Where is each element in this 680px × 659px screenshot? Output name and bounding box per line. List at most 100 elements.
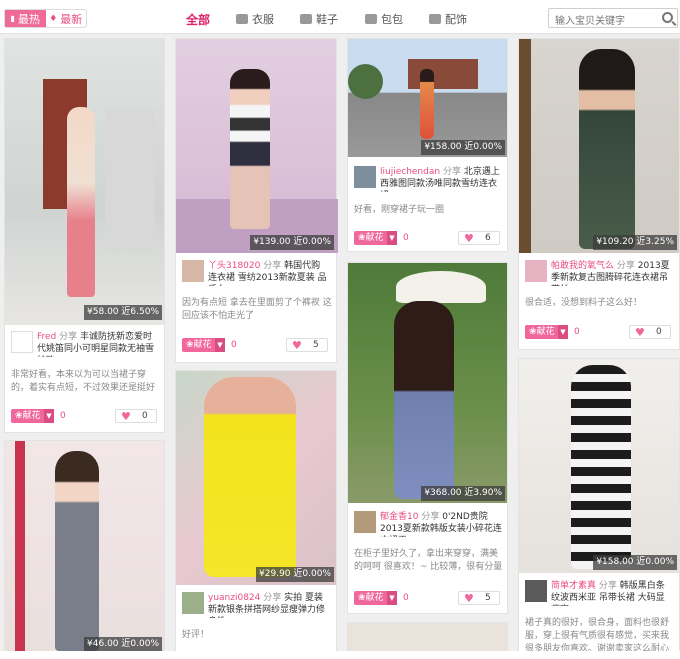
price-tag: ¥368.00 近3.90% [421,486,505,501]
building-image [408,59,478,89]
avatar[interactable] [182,260,204,282]
flower-icon: ❀ [15,411,23,421]
user-info: 帕敢我的氧气么 分享 2013夏季新款复古图腾碎花连衣裙吊带长 [525,260,673,286]
price-tag: ¥58.00 近6.50% [84,305,162,320]
avatar[interactable] [11,331,33,353]
nav-all[interactable]: 全部 [186,11,210,28]
flower-button[interactable]: ❀献花 ▼ [11,409,54,423]
avatar[interactable] [354,166,376,188]
chevron-down-icon[interactable]: ▼ [387,591,397,605]
sort-new-button[interactable]: ♦ 最新 [46,10,87,27]
person-image [394,301,454,499]
comment-text: 裙子真的很好，很合身，面料也很舒服，穿上很有气质很有感觉，买来我很多朋友你喜欢。… [525,618,670,653]
cabinet-image [105,109,155,249]
flame-icon: ♦ [49,13,58,24]
product-photo[interactable] [176,39,338,253]
like-button[interactable]: ♥ 6 [458,231,500,245]
user-info: 丫头318020 分享 韩国代购 连衣裙 雪纺2013新款夏装 品质女 [182,260,330,286]
shirt-icon [236,14,248,24]
flower-count: 0 [60,411,66,421]
user-info: Fred 分享 丰诚防抚新恋爱时代姚笛同小可明星同款无袖雪纺欧 [11,331,159,357]
chevron-down-icon[interactable]: ▼ [387,231,397,245]
flower-button[interactable]: ❀献花 ▼ [525,325,568,339]
flower-button[interactable]: ❀献花 ▼ [354,591,397,605]
flower-icon: ❀ [186,340,194,350]
avatar[interactable] [525,260,547,282]
person-image [67,107,95,297]
avatar[interactable] [182,592,204,614]
product-card[interactable]: ¥109.20 近3.25% 帕敢我的氧气么 分享 2013夏季新款复古图腾碎花… [518,38,680,350]
chevron-down-icon[interactable]: ▼ [215,338,225,352]
chart-icon: ▮ [10,14,15,23]
product-card[interactable]: ¥139.00 近0.00% 丫头318020 分享 韩国代购 连衣裙 雪纺20… [175,38,338,363]
person-image [420,69,434,139]
username[interactable]: 简单才素真 [551,581,596,591]
flower-button[interactable]: ❀献花 ▼ [354,231,397,245]
search-icon[interactable] [662,12,673,23]
product-photo[interactable] [348,263,507,503]
username[interactable]: 郁金香10 [380,512,418,522]
nav-bags[interactable]: 包包 [365,11,403,27]
price-tag: ¥158.00 近0.00% [421,140,505,155]
price-tag: ¥139.00 近0.00% [250,235,334,250]
product-card[interactable]: ¥46.00 近0.00% [4,440,165,655]
flower-count: 0 [574,327,580,337]
search-input[interactable] [549,12,657,31]
top-bar: ▮ 最热 ♦ 最新 全部 衣服 鞋子 包包 配饰 [0,0,680,34]
avatar[interactable] [525,580,547,602]
like-button[interactable]: ♥ 0 [629,325,671,339]
flower-count: 0 [403,593,409,603]
user-info: yuanzi0824 分享 实拍 夏装新款银条拼搭网纱显瘦弹力修身性 [182,592,330,618]
price-tag: ¥158.00 近0.00% [593,555,677,570]
like-button[interactable]: ♥ 0 [115,409,157,423]
username[interactable]: 丫头318020 [208,261,260,271]
comment-text: 很合适，没想到料子这么好！ [525,298,643,308]
tree-image [348,64,383,99]
product-photo[interactable] [5,441,164,654]
comment-text: 非常好看，本来以为可以当裙子穿的，着实有点短，不过效果还是挺好的 [11,370,156,393]
frame-image [519,39,531,253]
comment-text: 因为有点短 拿去在里面剪了个裤衩 这回应该不怕走光了 [182,298,332,321]
heart-icon: ♥ [635,326,645,339]
yellow-dress-image [204,377,296,577]
heart-icon: ♥ [464,592,474,605]
product-photo[interactable] [5,39,164,325]
heart-icon: ♥ [464,232,474,245]
like-button[interactable]: ♥ 5 [286,338,328,352]
person-image [230,69,270,229]
product-photo[interactable] [176,371,336,585]
username[interactable]: 帕敢我的氧气么 [551,261,614,271]
nav-clothes[interactable]: 衣服 [236,11,274,27]
person-image [55,451,99,651]
bag-icon [365,14,377,24]
flower-count: 0 [403,233,409,243]
shoe-icon [300,14,312,24]
sort-hot-button[interactable]: ▮ 最热 [5,10,46,27]
striped-dress-image [571,365,631,569]
nav-accessories[interactable]: 配饰 [429,11,467,27]
product-photo[interactable] [519,359,679,573]
bow-icon [429,14,441,24]
heart-icon: ♥ [292,339,302,352]
chevron-down-icon[interactable]: ▼ [44,409,54,423]
username[interactable]: liujiechendan [380,167,440,177]
product-photo[interactable] [519,39,679,253]
username[interactable]: Fred [37,332,56,342]
search-box [548,8,678,31]
like-button[interactable]: ♥ 5 [458,591,500,605]
user-info: liujiechendan 分享 北京遇上西雅图同款汤唯同款雪纺连衣裙 [354,166,502,192]
product-card[interactable]: ¥158.00 近0.00% 简单才素真 分享 韩版黑白条纹波西米亚 吊带长裙 … [518,358,680,655]
product-card[interactable]: ¥368.00 近3.90% 郁金香10 分享 0'2ND贵院2013夏新款韩版… [347,262,508,614]
username[interactable]: yuanzi0824 [208,593,260,603]
nav-shoes[interactable]: 鞋子 [300,11,338,27]
flower-button[interactable]: ❀献花 ▼ [182,338,225,352]
chevron-down-icon[interactable]: ▼ [558,325,568,339]
price-tag: ¥109.20 近3.25% [593,235,677,250]
comment-text: 好评！ [182,630,210,640]
user-info: 郁金香10 分享 0'2ND贵院2013夏新款韩版女装小碎花连衣裙无 [354,511,502,537]
product-card[interactable]: ¥158.00 近0.00% liujiechendan 分享 北京遇上西雅图同… [347,38,508,252]
avatar[interactable] [354,511,376,533]
product-card[interactable]: ¥29.90 近0.00% yuanzi0824 分享 实拍 夏装新款银条拼搭网… [175,370,337,655]
comment-text: 在柜子里好久了，拿出来穿穿，满美的呵呵 很喜欢！~ 比较薄，很有分量 [354,549,503,572]
product-card[interactable]: ¥58.00 近6.50% Fred 分享 丰诚防抚新恋爱时代姚笛同小可明星同款… [4,38,165,433]
